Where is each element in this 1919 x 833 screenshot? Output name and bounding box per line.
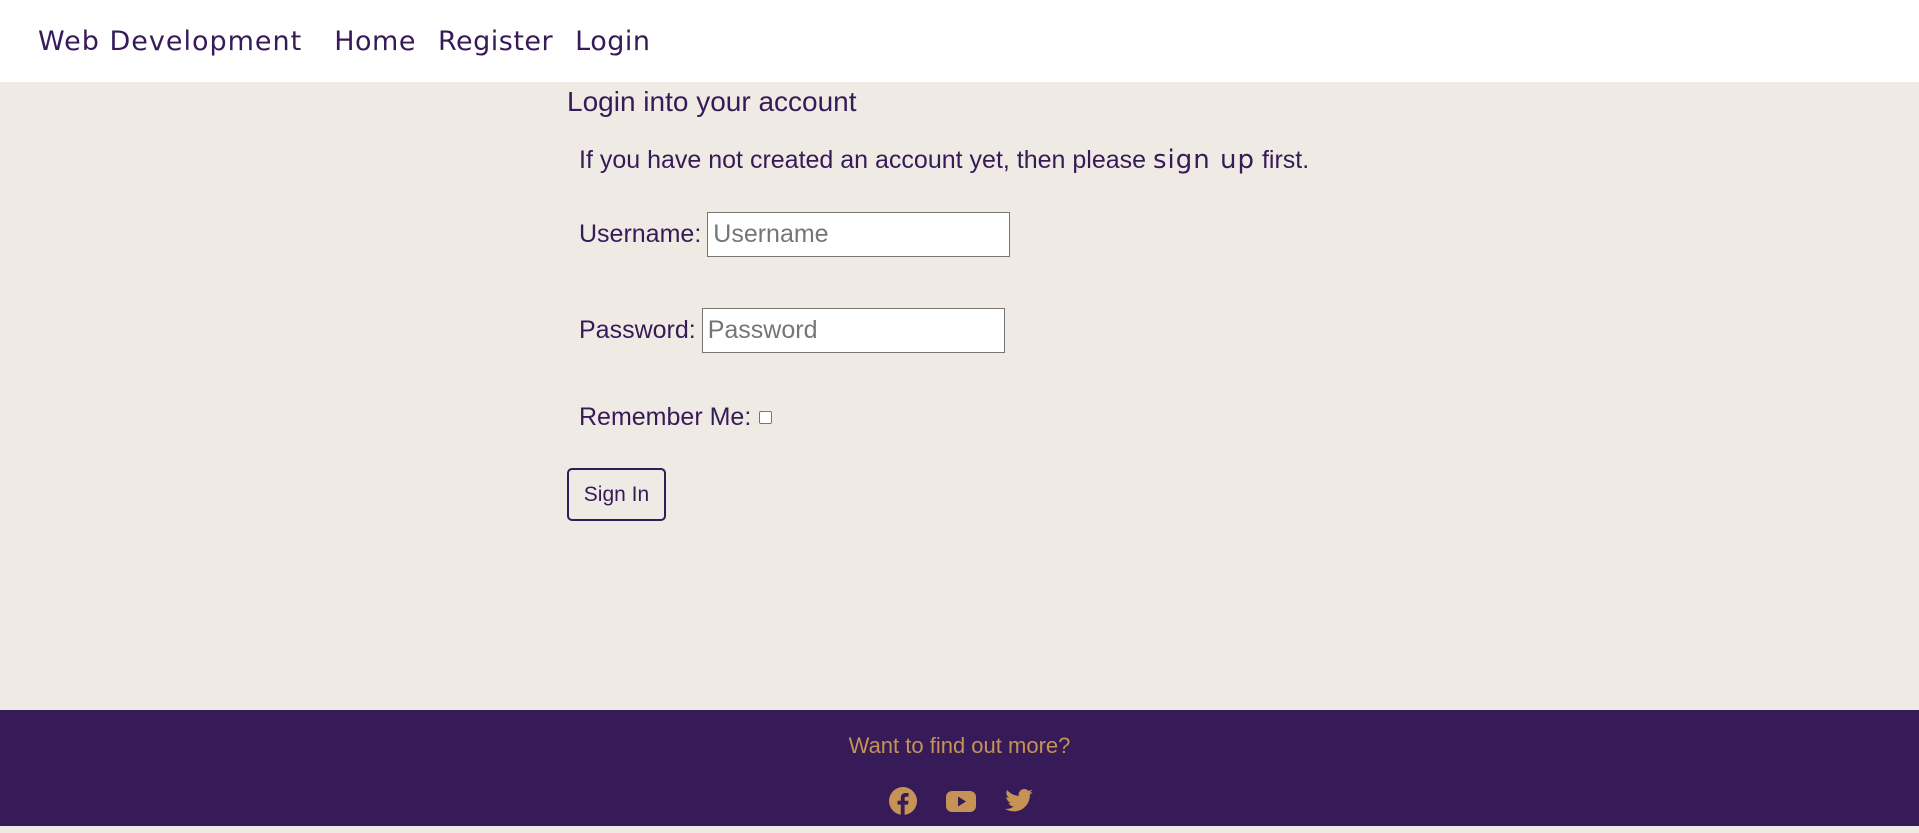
youtube-icon[interactable] <box>945 786 976 816</box>
remember-row: Remember Me: <box>579 403 1467 432</box>
nav-link-home[interactable]: Home <box>334 26 416 57</box>
twitter-icon[interactable] <box>1004 786 1034 816</box>
username-input[interactable] <box>707 212 1011 257</box>
login-section: Login into your account If you have not … <box>567 82 1467 521</box>
page-bottom-strip <box>0 826 1919 833</box>
password-input[interactable] <box>701 308 1005 353</box>
footer-text: Want to find out more? <box>848 733 1071 758</box>
signup-prompt-after: first. <box>1255 146 1310 174</box>
facebook-icon[interactable] <box>888 786 918 816</box>
social-links <box>2 786 1919 816</box>
navbar: Web Development Home Register Login <box>0 0 1919 82</box>
brand-link[interactable]: Web Development <box>38 26 302 57</box>
remember-me-checkbox[interactable] <box>759 411 773 424</box>
remember-me-label: Remember Me: <box>579 403 752 431</box>
username-label: Username: <box>579 220 702 248</box>
nav-link-register[interactable]: Register <box>438 26 553 57</box>
footer: Want to find out more? <box>0 710 1919 826</box>
sign-in-button[interactable]: Sign In <box>567 468 666 521</box>
signup-prompt: If you have not created an account yet, … <box>579 144 1467 176</box>
nav-link-login[interactable]: Login <box>575 26 650 57</box>
sign-up-link[interactable]: sign up <box>1153 145 1255 175</box>
username-row: Username: <box>579 212 1467 257</box>
password-row: Password: <box>579 308 1467 353</box>
password-label: Password: <box>579 316 696 344</box>
page-title: Login into your account <box>567 86 857 117</box>
signup-prompt-before: If you have not created an account yet, … <box>579 146 1153 174</box>
